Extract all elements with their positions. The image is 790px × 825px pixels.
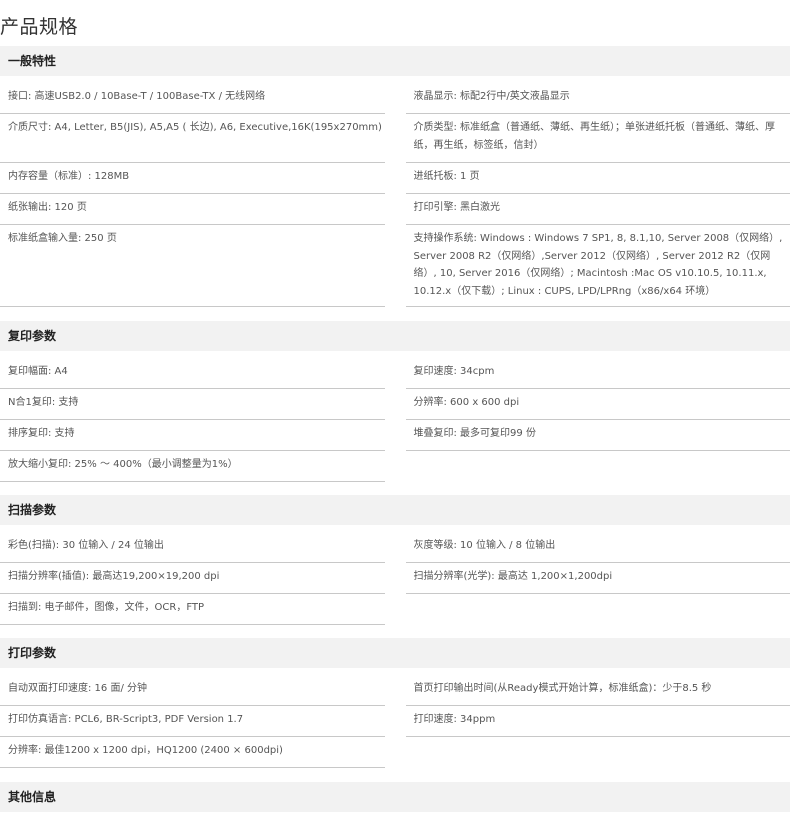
spec-row: 自动双面打印速度: 16 面/ 分钟 xyxy=(0,675,385,706)
spec-row: 分辨率: 最佳1200 x 1200 dpi，HQ1200 (2400 × 60… xyxy=(0,737,385,768)
spec-row: 打印仿真语言: PCL6, BR-Script3, PDF Version 1.… xyxy=(0,706,385,737)
spec-row: 介质尺寸: A4, Letter, B5(JIS), A5,A5 ( 长边), … xyxy=(0,114,385,163)
spec-row: 进纸托板: 1 页 xyxy=(405,163,790,194)
spec-column-right: 复印速度: 34cpm 分辨率: 600 x 600 dpi 堆叠复印: 最多可… xyxy=(405,358,790,482)
spec-row: 排序复印: 支持 xyxy=(0,420,385,451)
spec-column-right: 灰度等级: 10 位输入 / 8 位输出 扫描分辨率(光学): 最高达 1,20… xyxy=(405,532,790,625)
section-header: 复印参数 xyxy=(0,321,790,351)
spec-column-right: 首页打印输出时间(从Ready模式开始计算，标准纸盒)：少于8.5 秒 打印速度… xyxy=(405,675,790,768)
spec-row: 复印幅面: A4 xyxy=(0,358,385,389)
spec-column-left: 接口: 高速USB2.0 / 10Base-T / 100Base-TX / 无… xyxy=(0,83,385,307)
section-header: 扫描参数 xyxy=(0,495,790,525)
section-scan: 扫描参数 彩色(扫描): 30 位输入 / 24 位输出 扫描分辨率(插值): … xyxy=(0,495,790,625)
spec-column-right: 液晶显示: 标配2行中/英文液晶显示 介质类型: 标准纸盒（普通纸、薄纸、再生纸… xyxy=(405,83,790,307)
spec-row: 打印引擎: 黑白激光 xyxy=(405,194,790,225)
spec-row: 纸张输出: 120 页 xyxy=(0,194,385,225)
spec-row: 扫描分辨率(光学): 最高达 1,200×1,200dpi xyxy=(405,563,790,594)
spec-row: 打印速度: 34ppm xyxy=(405,706,790,737)
spec-column-left: 自动双面打印速度: 16 面/ 分钟 打印仿真语言: PCL6, BR-Scri… xyxy=(0,675,385,768)
spec-row: 内存容量（标准）: 128MB xyxy=(0,163,385,194)
spec-row: 灰度等级: 10 位输入 / 8 位输出 xyxy=(405,532,790,563)
spec-row: 放大缩小复印: 25% ～ 400%（最小调整量为1%） xyxy=(0,451,385,482)
section-header: 其他信息 xyxy=(0,782,790,812)
spec-row: 接口: 高速USB2.0 / 10Base-T / 100Base-TX / 无… xyxy=(0,83,385,114)
spec-row: 复印速度: 34cpm xyxy=(405,358,790,389)
spec-row: 彩色(扫描): 30 位输入 / 24 位输出 xyxy=(0,532,385,563)
spec-row: 支持操作系统: Windows : Windows 7 SP1, 8, 8.1,… xyxy=(405,225,790,307)
section-general: 一般特性 接口: 高速USB2.0 / 10Base-T / 100Base-T… xyxy=(0,46,790,307)
section-header: 一般特性 xyxy=(0,46,790,76)
spec-row: 液晶显示: 标配2行中/英文液晶显示 xyxy=(405,83,790,114)
spec-row: 扫描到: 电子邮件，图像，文件，OCR，FTP xyxy=(0,594,385,625)
spec-row: 堆叠复印: 最多可复印99 份 xyxy=(405,420,790,451)
spec-row: 标准纸盒输入量: 250 页 xyxy=(0,225,385,307)
section-header: 打印参数 xyxy=(0,638,790,668)
spec-columns: 自动双面打印速度: 16 面/ 分钟 打印仿真语言: PCL6, BR-Scri… xyxy=(0,675,790,768)
spec-row: N合1复印: 支持 xyxy=(0,389,385,420)
spec-row: 首页打印输出时间(从Ready模式开始计算，标准纸盒)：少于8.5 秒 xyxy=(405,675,790,706)
spec-columns: 接口: 高速USB2.0 / 10Base-T / 100Base-TX / 无… xyxy=(0,83,790,307)
spec-row: 扫描分辨率(插值): 最高达19,200×19,200 dpi xyxy=(0,563,385,594)
spec-columns: 彩色(扫描): 30 位输入 / 24 位输出 扫描分辨率(插值): 最高达19… xyxy=(0,532,790,625)
spec-columns: 复印幅面: A4 N合1复印: 支持 排序复印: 支持 放大缩小复印: 25% … xyxy=(0,358,790,482)
page-title: 产品规格 xyxy=(0,16,79,38)
section-other: 其他信息 xyxy=(0,782,790,812)
section-print: 打印参数 自动双面打印速度: 16 面/ 分钟 打印仿真语言: PCL6, BR… xyxy=(0,638,790,768)
spec-column-left: 彩色(扫描): 30 位输入 / 24 位输出 扫描分辨率(插值): 最高达19… xyxy=(0,532,385,625)
spec-row: 分辨率: 600 x 600 dpi xyxy=(405,389,790,420)
section-copy: 复印参数 复印幅面: A4 N合1复印: 支持 排序复印: 支持 放大缩小复印:… xyxy=(0,321,790,482)
spec-row: 介质类型: 标准纸盒（普通纸、薄纸、再生纸）；单张进纸托板（普通纸、薄纸、厚纸，… xyxy=(405,114,790,163)
spec-column-left: 复印幅面: A4 N合1复印: 支持 排序复印: 支持 放大缩小复印: 25% … xyxy=(0,358,385,482)
